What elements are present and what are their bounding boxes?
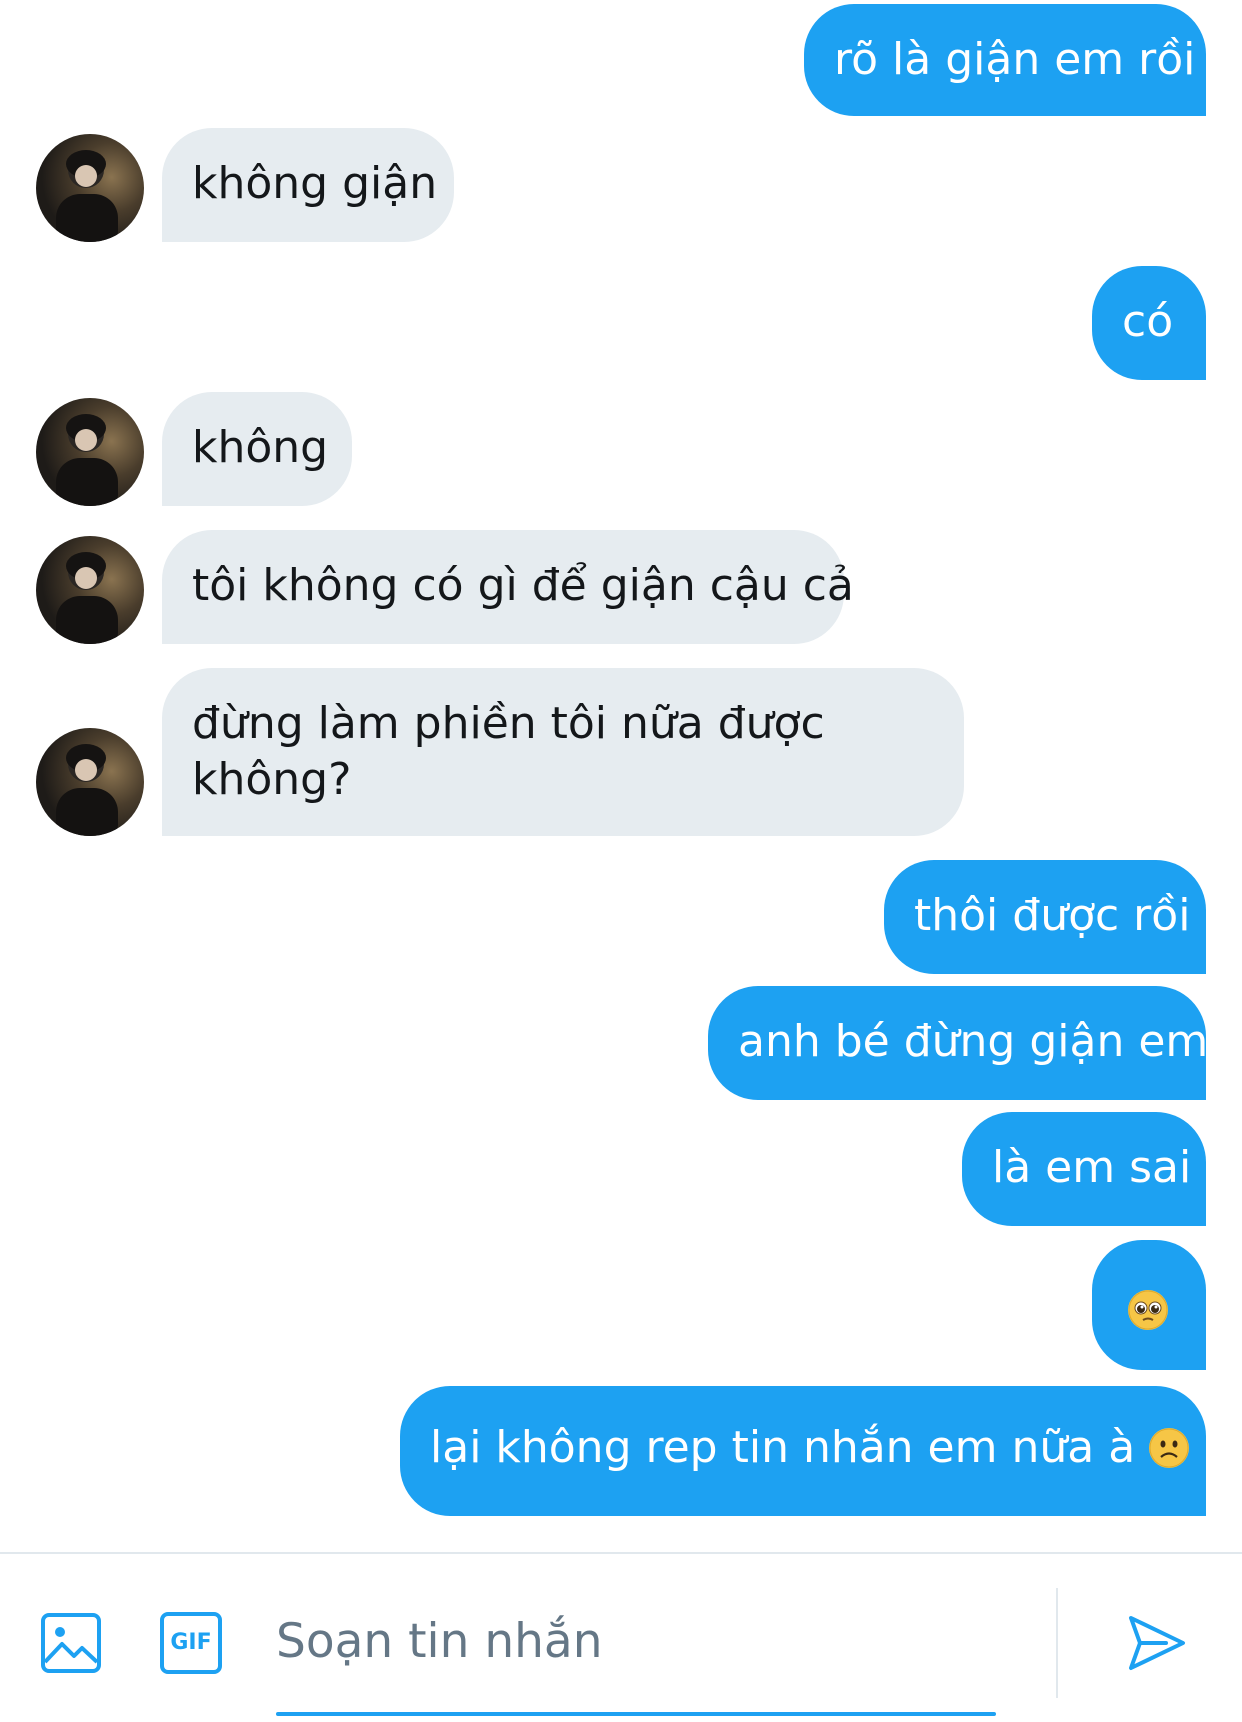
message-text: không giận bbox=[192, 158, 438, 209]
pleading-face-emoji bbox=[1128, 1290, 1168, 1330]
message-bubble-outgoing[interactable] bbox=[1092, 1240, 1206, 1370]
message-text: không bbox=[192, 422, 329, 473]
conversation: rõ là giận em rồi không giận có không tô… bbox=[0, 0, 1242, 1550]
composer-divider bbox=[1056, 1588, 1058, 1698]
message-composer: GIF Soạn tin nhắn bbox=[0, 1552, 1242, 1722]
message-bubble-outgoing[interactable]: có bbox=[1092, 266, 1206, 380]
message-bubble-outgoing[interactable]: lại không rep tin nhắn em nữa à ? bbox=[400, 1386, 1227, 1516]
input-focus-underline bbox=[276, 1712, 996, 1716]
contact-avatar[interactable] bbox=[36, 134, 144, 242]
message-bubble-incoming[interactable]: đừng làm phiền tôi nữa được không? bbox=[162, 668, 964, 836]
message-bubble-outgoing[interactable]: anh bé đừng giận em bbox=[708, 986, 1209, 1100]
image-icon[interactable] bbox=[40, 1612, 102, 1674]
message-text: lại không rep tin nhắn em nữa à bbox=[430, 1422, 1150, 1473]
message-input[interactable]: Soạn tin nhắn bbox=[276, 1612, 603, 1672]
gif-label: GIF bbox=[170, 1630, 212, 1655]
message-text: tôi không có gì để giận cậu cả bbox=[192, 560, 854, 611]
contact-avatar[interactable] bbox=[36, 398, 144, 506]
contact-avatar[interactable] bbox=[36, 536, 144, 644]
message-bubble-incoming[interactable]: tôi không có gì để giận cậu cả bbox=[162, 530, 854, 644]
message-text-line: đừng làm phiền tôi nữa được bbox=[192, 698, 825, 749]
message-text: rõ là giận em rồi bbox=[834, 34, 1196, 85]
message-input-placeholder: Soạn tin nhắn bbox=[276, 1614, 603, 1669]
send-icon[interactable] bbox=[1126, 1612, 1188, 1674]
gif-button[interactable]: GIF bbox=[160, 1612, 222, 1674]
message-text: anh bé đừng giận em bbox=[738, 1016, 1209, 1067]
message-text: thôi được rồi bbox=[914, 890, 1191, 941]
message-text: là em sai bbox=[992, 1142, 1192, 1193]
message-text-line: không? bbox=[192, 754, 352, 805]
contact-avatar[interactable] bbox=[36, 728, 144, 836]
message-bubble-outgoing[interactable]: thôi được rồi bbox=[884, 860, 1206, 974]
message-bubble-outgoing[interactable]: là em sai bbox=[962, 1112, 1206, 1226]
slightly-frowning-face-emoji bbox=[1149, 1428, 1190, 1468]
message-bubble-incoming[interactable]: không giận bbox=[162, 128, 454, 242]
message-text: có bbox=[1122, 296, 1174, 347]
message-text: ? bbox=[1189, 1422, 1227, 1473]
message-bubble-outgoing[interactable]: rõ là giận em rồi bbox=[804, 4, 1206, 116]
message-bubble-incoming[interactable]: không bbox=[162, 392, 352, 506]
